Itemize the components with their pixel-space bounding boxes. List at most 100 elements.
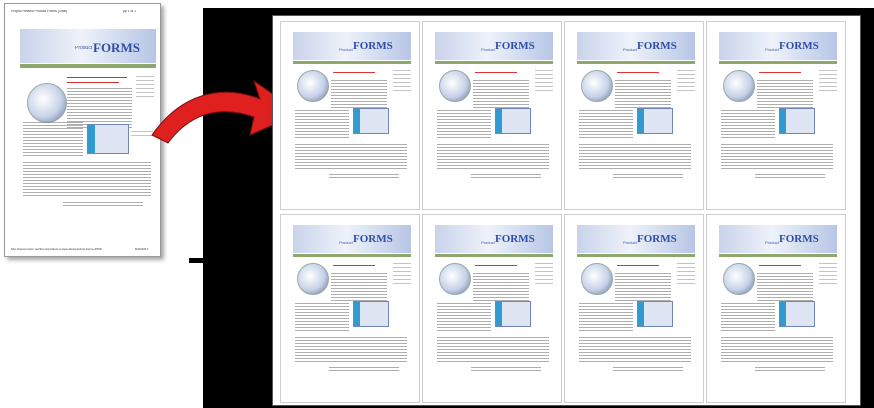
thumbnail-nav-bar — [435, 254, 553, 257]
thumbnail-screenshot-image — [779, 108, 815, 134]
source-header-right: pp 1 of 1 — [123, 10, 137, 13]
thumbnail-body-text-1 — [295, 303, 349, 333]
thumbnail-body-text-2 — [437, 337, 549, 363]
thumbnail-page: Product FORMS — [564, 21, 704, 210]
source-logo-circle — [27, 83, 67, 123]
thumbnail-sidebar-links — [819, 70, 837, 92]
thumbnail-screenshot-image — [779, 301, 815, 327]
thumbnail-banner-prefix: Product — [623, 241, 637, 245]
thumbnail-page: Product FORMS — [706, 214, 846, 403]
thumbnail-nav-bar — [435, 61, 553, 64]
thumbnail-logo-circle — [581, 70, 613, 102]
thumbnail-signoff — [471, 174, 541, 178]
thumbnail-intro-text — [473, 80, 529, 108]
thumbnail-page: Product FORMS — [280, 21, 420, 210]
thumbnail-headline — [617, 72, 659, 73]
thumbnail-intro-text — [757, 80, 813, 108]
source-footer-url: http://www.macro.net/forms/product-revie… — [11, 248, 103, 251]
thumbnail-banner — [293, 32, 411, 60]
thumbnail-nav-bar — [577, 61, 695, 64]
thumbnail-nav-bar — [719, 61, 837, 64]
thumbnail-signoff — [755, 174, 825, 178]
source-subheadline — [67, 82, 119, 83]
thumbnail-screenshot-image — [353, 301, 389, 327]
thumbnail-sidebar-links — [393, 263, 411, 285]
thumbnail-nav-bar — [293, 254, 411, 257]
thumbnail-banner-prefix: Product — [765, 48, 779, 52]
thumbnail-banner-title: FORMS — [637, 233, 677, 245]
thumbnail-screenshot-image — [637, 301, 673, 327]
thumbnail-banner-prefix: Product — [481, 241, 495, 245]
thumbnail-signoff — [755, 367, 825, 371]
thumbnail-banner — [435, 225, 553, 253]
thumbnail-nav-bar — [577, 254, 695, 257]
thumbnail-banner — [719, 32, 837, 60]
thumbnail-signoff — [329, 367, 399, 371]
thumbnail-headline — [333, 265, 375, 266]
thumbnail-sidebar-links — [535, 263, 553, 285]
thumbnail-screenshot-image — [495, 108, 531, 134]
thumbnail-logo-circle — [723, 263, 755, 295]
thumbnail-headline — [759, 72, 801, 73]
thumbnail-sidebar-links — [677, 70, 695, 92]
thumbnail-body-text-2 — [437, 144, 549, 170]
thumbnail-banner-title: FORMS — [495, 233, 535, 245]
thumbnail-nav-bar — [293, 61, 411, 64]
source-header-left: Project Review Product Forms (Total) — [11, 10, 68, 13]
thumbnail-signoff — [471, 367, 541, 371]
thumbnail-page: Product FORMS — [422, 21, 562, 210]
thumbnail-body-text-2 — [721, 144, 833, 170]
thumbnail-body-text-1 — [437, 110, 491, 140]
thumbnail-banner — [719, 225, 837, 253]
thumbnail-signoff — [613, 174, 683, 178]
thumbnail-body-text-2 — [295, 337, 407, 363]
thumbnail-sidebar-links — [677, 263, 695, 285]
thumbnail-logo-circle — [439, 263, 471, 295]
thumbnail-headline — [759, 265, 801, 266]
thumbnail-signoff — [329, 174, 399, 178]
thumbnail-body-text-1 — [721, 110, 775, 140]
thumbnail-screenshot-image — [495, 301, 531, 327]
thumbnail-headline — [333, 72, 375, 73]
thumbnail-sidebar-links — [393, 70, 411, 92]
thumbnail-logo-circle — [723, 70, 755, 102]
source-signoff — [63, 202, 143, 208]
thumbnail-screenshot-image — [637, 108, 673, 134]
thumbnail-page: Product FORMS — [564, 214, 704, 403]
thumbnail-banner-prefix: Product — [481, 48, 495, 52]
thumbnail-body-text-2 — [579, 337, 691, 363]
thumbnail-sidebar-links — [535, 70, 553, 92]
thumbnail-signoff — [613, 367, 683, 371]
thumbnail-banner-title: FORMS — [353, 233, 393, 245]
thumbnail-page: Product FORMS — [280, 214, 420, 403]
thumbnail-body-text-1 — [579, 110, 633, 140]
thumbnail-headline — [475, 72, 517, 73]
source-body-text-2 — [23, 162, 151, 196]
thumbnail-banner-title: FORMS — [353, 40, 393, 52]
tiled-output-sheet: Product FORMS Product FORMS Product FORMS Prod… — [272, 15, 861, 406]
thumbnail-screenshot-image — [353, 108, 389, 134]
thumbnail-body-text-1 — [295, 110, 349, 140]
thumbnail-body-text-1 — [579, 303, 633, 333]
thumbnail-logo-circle — [581, 263, 613, 295]
thumbnail-logo-circle — [297, 70, 329, 102]
thumbnail-body-text-2 — [721, 337, 833, 363]
thumbnail-banner-prefix: Product — [765, 241, 779, 245]
source-banner-title: FORMS — [93, 40, 140, 55]
thumbnail-banner-title: FORMS — [495, 40, 535, 52]
thumbnail-banner — [293, 225, 411, 253]
thumbnail-intro-text — [615, 273, 671, 301]
thumbnail-banner-title: FORMS — [779, 233, 819, 245]
thumbnail-intro-text — [757, 273, 813, 301]
thumbnail-body-text-1 — [721, 303, 775, 333]
source-nav-bar — [20, 64, 156, 68]
thumbnail-intro-text — [331, 273, 387, 301]
thumbnail-sidebar-links — [819, 263, 837, 285]
source-screenshot-image — [87, 124, 129, 154]
thumbnail-banner-prefix: Product — [339, 241, 353, 245]
thumbnail-intro-text — [473, 273, 529, 301]
thumbnail-nav-bar — [719, 254, 837, 257]
source-footer-date: 8/10/2017 — [135, 248, 149, 251]
source-body-text-1 — [23, 122, 83, 158]
thumbnail-logo-circle — [297, 263, 329, 295]
